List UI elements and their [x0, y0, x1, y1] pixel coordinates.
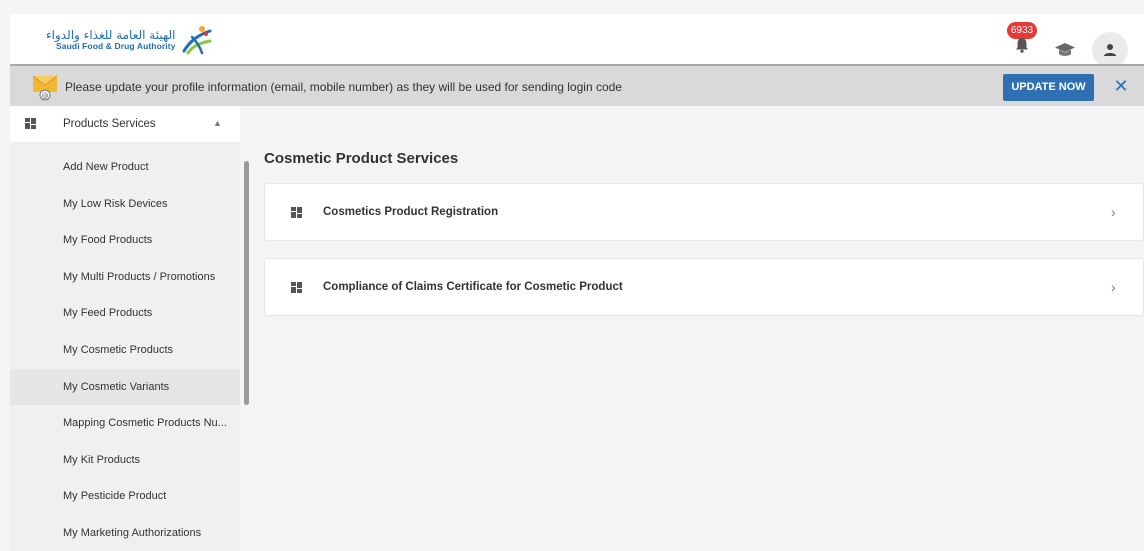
dashboard-grid-icon [291, 207, 302, 218]
sidebar-item-my-multi-products[interactable]: My Multi Products / Promotions [10, 259, 240, 296]
update-now-button[interactable]: UPDATE NOW [1003, 74, 1094, 101]
sidebar: Products Services ▲ Add New Product My L… [10, 106, 249, 551]
envelope-at-icon: @ [32, 75, 58, 101]
service-card-claims-certificate[interactable]: Compliance of Claims Certificate for Cos… [264, 258, 1144, 316]
chevron-right-icon: › [1111, 279, 1116, 295]
sidebar-menu: Add New Product My Low Risk Devices My F… [10, 149, 240, 551]
profile-update-banner: @ Please update your profile information… [10, 64, 1144, 106]
sidebar-item-my-marketing-authorizations[interactable]: My Marketing Authorizations [10, 515, 240, 551]
logo-text: الهيئة العامة للغذاء والدواء Saudi Food … [46, 29, 176, 51]
close-icon[interactable]: ✕ [1111, 75, 1131, 97]
app-header: الهيئة العامة للغذاء والدواء Saudi Food … [10, 14, 1144, 68]
dashboard-grid-icon [291, 282, 302, 293]
sidebar-item-my-pesticide-product[interactable]: My Pesticide Product [10, 478, 240, 515]
sidebar-item-my-cosmetic-products[interactable]: My Cosmetic Products [10, 332, 240, 369]
sidebar-item-add-new-product[interactable]: Add New Product [10, 149, 240, 186]
user-avatar-button[interactable] [1092, 32, 1128, 68]
dashboard-grid-icon [25, 118, 36, 129]
logo-arabic-text: الهيئة العامة للغذاء والدواء [46, 28, 176, 43]
notifications-button[interactable]: 6933 [1007, 22, 1043, 58]
bell-icon [1016, 38, 1028, 53]
logo-english-text: Saudi Food & Drug Authority [56, 41, 176, 52]
sfda-logo-mark-icon [182, 26, 211, 55]
service-card-label: Compliance of Claims Certificate for Cos… [323, 281, 623, 293]
svg-text:@: @ [42, 92, 49, 100]
sidebar-section-products-services[interactable]: Products Services ▲ [10, 106, 240, 142]
chevron-right-icon: › [1111, 204, 1116, 220]
sidebar-item-my-cosmetic-variants[interactable]: My Cosmetic Variants [10, 368, 240, 406]
sidebar-item-my-low-risk-devices[interactable]: My Low Risk Devices [10, 186, 240, 223]
sfda-logo[interactable]: الهيئة العامة للغذاء والدواء Saudi Food … [46, 25, 214, 55]
sidebar-item-my-feed-products[interactable]: My Feed Products [10, 295, 240, 332]
sidebar-item-mapping-cosmetic-products[interactable]: Mapping Cosmetic Products Nu... [10, 405, 240, 442]
graduation-cap-icon[interactable] [1054, 42, 1076, 58]
sidebar-item-my-food-products[interactable]: My Food Products [10, 222, 240, 259]
banner-message: Please update your profile information (… [65, 80, 622, 94]
user-icon [1104, 44, 1116, 56]
service-card-label: Cosmetics Product Registration [323, 206, 499, 218]
chevron-up-icon[interactable]: ▲ [213, 118, 222, 128]
sidebar-item-my-kit-products[interactable]: My Kit Products [10, 442, 240, 479]
sidebar-section-label: Products Services [63, 118, 156, 130]
sidebar-scrollbar[interactable] [244, 161, 249, 405]
service-card-cosmetics-registration[interactable]: Cosmetics Product Registration › [264, 183, 1144, 241]
page-title: Cosmetic Product Services [264, 150, 459, 167]
